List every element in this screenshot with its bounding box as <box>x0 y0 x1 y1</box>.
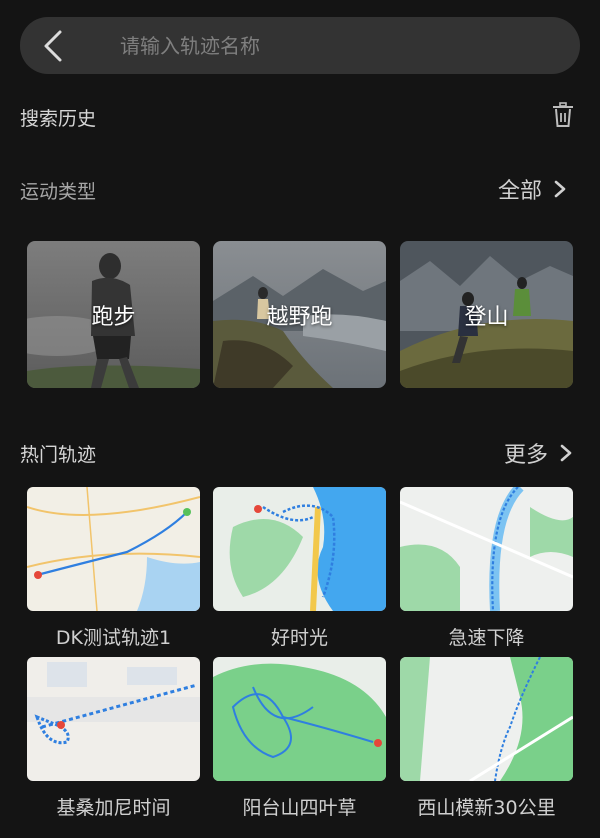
track-card[interactable]: 好时光 <box>213 487 386 650</box>
sport-card-mountaineering[interactable]: 登山 <box>400 241 573 388</box>
track-name: 西山模新30公里 <box>417 797 556 819</box>
search-input[interactable] <box>120 17 560 74</box>
all-label: 全部 <box>498 179 543 204</box>
track-map-thumbnail <box>27 487 200 611</box>
search-bar <box>20 17 580 74</box>
sport-label: 登山 <box>464 304 509 330</box>
sport-types-all-link[interactable]: 全部 <box>498 173 566 205</box>
sport-card-running[interactable]: 跑步 <box>27 241 200 388</box>
chevron-right-icon <box>560 444 572 462</box>
track-name: 急速下降 <box>448 627 525 649</box>
track-map-thumbnail <box>400 657 573 781</box>
track-card[interactable]: 西山模新30公里 <box>400 657 573 820</box>
track-name: 好时光 <box>270 627 328 649</box>
track-card[interactable]: 基桑加尼时间 <box>27 657 200 820</box>
track-name: DK测试轨迹1 <box>55 627 172 649</box>
track-map-thumbnail <box>213 487 386 611</box>
hot-tracks-title: 热门轨迹 <box>20 444 97 466</box>
track-map-thumbnail <box>400 487 573 611</box>
track-name: 阳台山四叶草 <box>242 797 357 819</box>
track-card[interactable]: 阳台山四叶草 <box>213 657 386 820</box>
track-name: 基桑加尼时间 <box>56 797 171 819</box>
chevron-right-icon <box>554 180 566 198</box>
back-chevron-icon[interactable] <box>38 29 70 63</box>
search-history-title: 搜索历史 <box>20 108 97 130</box>
sport-card-trail-running[interactable]: 越野跑 <box>213 241 386 388</box>
track-map-thumbnail <box>27 657 200 781</box>
sport-types-title: 运动类型 <box>20 181 97 203</box>
track-map-thumbnail <box>213 657 386 781</box>
track-card[interactable]: DK测试轨迹1 <box>27 487 200 650</box>
track-card[interactable]: 急速下降 <box>400 487 573 650</box>
more-label: 更多 <box>504 443 549 468</box>
hot-tracks-more-link[interactable]: 更多 <box>504 437 572 469</box>
sport-label: 越野跑 <box>266 304 333 330</box>
trash-icon[interactable] <box>551 102 575 128</box>
sport-label: 跑步 <box>91 304 136 330</box>
